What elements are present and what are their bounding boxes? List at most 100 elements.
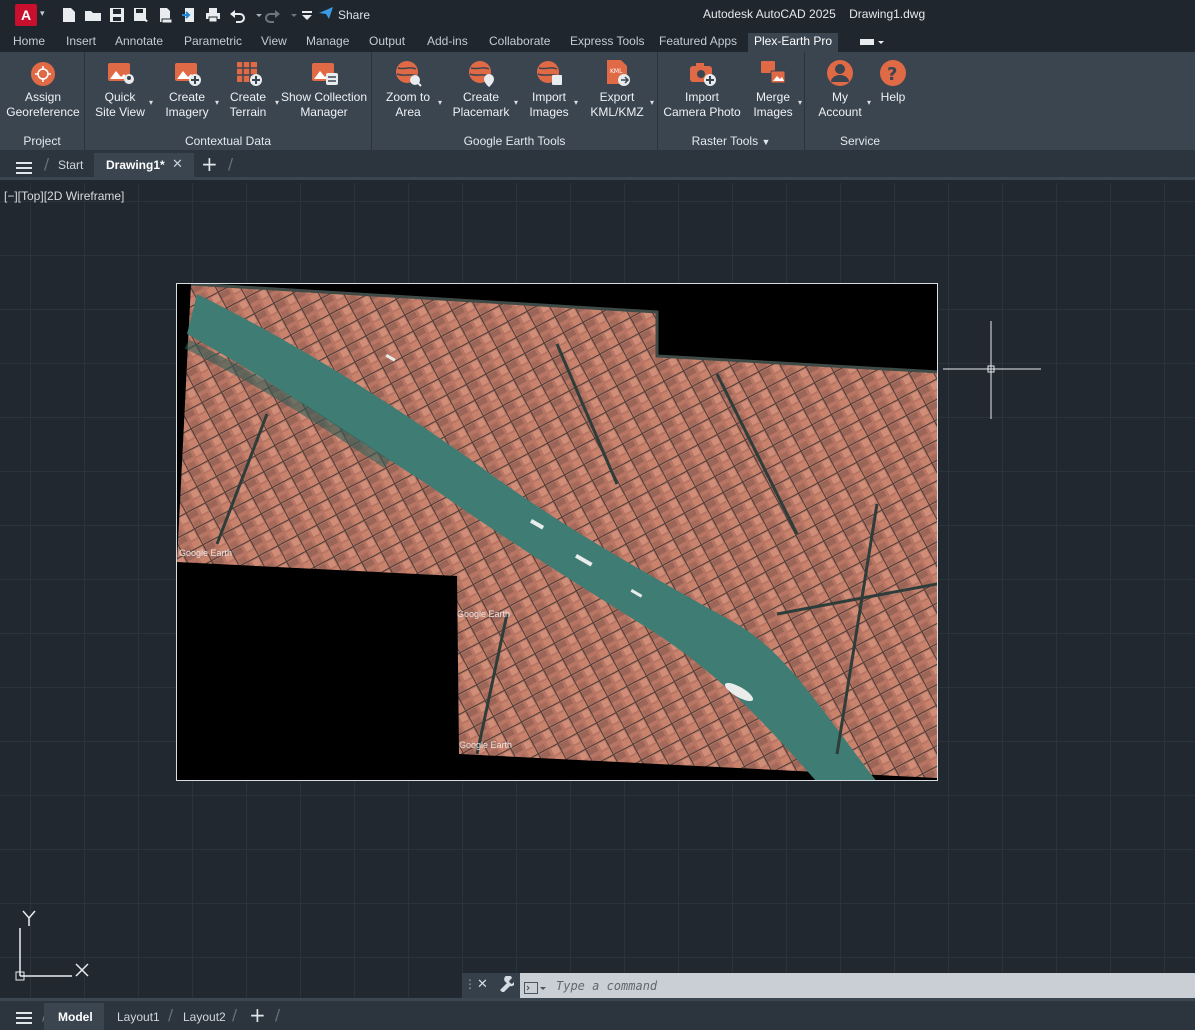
tab-model-label: Model <box>58 1010 93 1024</box>
command-input[interactable] <box>520 973 1195 998</box>
create-placemark-label: Create Placemark <box>452 90 510 119</box>
panel-project: Assign Georeference Project <box>0 52 85 150</box>
merge-images-icon <box>758 58 788 88</box>
create-imagery-icon <box>172 58 202 88</box>
drawing-canvas[interactable]: [−][Top][2D Wireframe] Google Earth Goog… <box>0 183 1195 998</box>
dropdown-caret-icon[interactable]: ▾ <box>514 95 518 110</box>
tab-home[interactable]: Home <box>7 33 51 52</box>
dropdown-caret-icon[interactable]: ▾ <box>574 95 578 110</box>
tab-express-tools[interactable]: Express Tools <box>564 33 650 52</box>
undo-icon[interactable] <box>228 6 246 24</box>
ucs-icon <box>12 908 92 988</box>
share-button[interactable]: Share <box>318 6 370 23</box>
tab-layout1[interactable]: Layout1 <box>117 1010 160 1024</box>
save-as-icon[interactable] <box>132 6 150 24</box>
dropdown-caret-icon[interactable]: ▾ <box>867 95 871 110</box>
document-name: Drawing1.dwg <box>849 7 926 21</box>
tab-insert[interactable]: Insert <box>60 33 102 52</box>
quick-site-view-button[interactable]: Quick Site View ▾ <box>95 58 153 120</box>
my-account-label: My Account <box>818 90 862 119</box>
create-placemark-button[interactable]: Create Placemark ▾ <box>452 58 518 120</box>
tab-plex-earth-pro[interactable]: Plex-Earth Pro <box>748 33 839 52</box>
quick-site-view-label: Quick Site View <box>95 90 145 119</box>
customize-icon[interactable] <box>298 6 312 24</box>
export-icon[interactable] <box>156 6 174 24</box>
earth-zoom-icon <box>393 58 423 88</box>
dropdown-caret-icon[interactable]: ▾ <box>798 95 802 110</box>
export-kml-kmz-button[interactable]: KML Export KML/KMZ ▾ <box>588 58 654 120</box>
aerial-imagery: Google Earth Google Earth Google Earth <box>177 284 937 780</box>
export-kml-kmz-label: Export KML/KMZ <box>590 90 644 119</box>
open-folder-icon[interactable] <box>84 6 102 24</box>
publish-icon[interactable] <box>180 6 198 24</box>
hamburger-menu-icon[interactable] <box>16 1009 32 1028</box>
redo-dropdown-icon[interactable] <box>285 6 297 24</box>
dropdown-caret-icon[interactable]: ▾ <box>215 95 219 110</box>
tab-drawing1-label: Drawing1* <box>106 158 165 172</box>
new-file-icon[interactable] <box>60 6 78 24</box>
tab-add-ins[interactable]: Add-ins <box>421 33 474 52</box>
show-collection-manager-button[interactable]: Show Collection Manager <box>280 58 368 120</box>
panel-service: My Account ▾ ? Help Service <box>805 52 915 150</box>
tab-divider: / <box>44 155 50 173</box>
georeference-icon <box>28 58 58 88</box>
document-tab-bar: / Start Drawing1* ✕ + / <box>0 150 1195 180</box>
assign-georeference-button[interactable]: Assign Georeference <box>6 58 80 120</box>
tab-featured-apps[interactable]: Featured Apps <box>653 33 743 52</box>
new-layout-plus-icon[interactable]: + <box>249 1003 266 1027</box>
redo-icon[interactable] <box>264 6 282 24</box>
dropdown-caret-icon[interactable]: ▾ <box>275 95 279 110</box>
satellite-image[interactable]: Google Earth Google Earth Google Earth <box>176 283 938 781</box>
viewport-controls[interactable]: [−][Top][2D Wireframe] <box>4 189 124 203</box>
create-terrain-label: Create Terrain <box>229 90 267 119</box>
camera-add-icon <box>687 58 717 88</box>
app-name: Autodesk AutoCAD 2025 <box>703 7 836 21</box>
tab-layout2[interactable]: Layout2 <box>183 1010 226 1024</box>
chevron-down-icon[interactable]: ▾ <box>40 9 45 19</box>
tab-output[interactable]: Output <box>363 33 411 52</box>
dropdown-caret-icon[interactable]: ▾ <box>149 95 153 110</box>
tab-collaborate[interactable]: Collaborate <box>483 33 556 52</box>
close-icon[interactable]: ✕ <box>477 977 488 992</box>
ribbon-display-toggle[interactable] <box>852 34 888 50</box>
hamburger-menu-icon[interactable] <box>16 159 32 174</box>
dropdown-caret-icon[interactable]: ▾ <box>438 95 442 110</box>
autocad-logo-button[interactable]: A <box>15 4 37 26</box>
ribbon-tab-bar: Home Insert Annotate Parametric View Man… <box>0 30 1195 52</box>
import-camera-photo-button[interactable]: Import Camera Photo <box>662 58 742 120</box>
command-line: ⋮ ✕ <box>462 973 1195 998</box>
dropdown-caret-icon[interactable]: ▾ <box>650 95 654 110</box>
print-icon[interactable] <box>204 6 222 24</box>
tab-annotate[interactable]: Annotate <box>109 33 169 52</box>
panel-raster-tools: Import Camera Photo Merge Images ▾ Raste… <box>658 52 805 150</box>
save-icon[interactable] <box>108 6 126 24</box>
tab-parametric[interactable]: Parametric <box>178 33 248 52</box>
zoom-to-area-button[interactable]: Zoom to Area ▾ <box>382 58 442 120</box>
title-bar: A ▾ Share Autodesk AutoCAD 2025 Drawing1… <box>0 0 1195 30</box>
collection-manager-icon <box>309 58 339 88</box>
tab-start[interactable]: Start <box>58 158 83 172</box>
panel-raster-tools-title[interactable]: Raster Tools ▼ <box>658 134 804 148</box>
help-button[interactable]: ? Help <box>875 58 911 105</box>
undo-dropdown-icon[interactable] <box>250 6 262 24</box>
show-collection-manager-label: Show Collection Manager <box>280 90 368 119</box>
panel-google-earth-tools: Zoom to Area ▾ Create Placemark ▾ Import… <box>372 52 658 150</box>
new-tab-plus-icon[interactable]: + <box>201 152 218 176</box>
import-images-label: Import Images <box>529 90 569 119</box>
close-icon[interactable]: ✕ <box>172 157 183 172</box>
drag-handle-icon[interactable]: ⋮ <box>464 977 476 991</box>
command-prompt-icon[interactable] <box>524 979 546 998</box>
crosshair-cursor <box>943 321 1041 419</box>
merge-images-button[interactable]: Merge Images ▾ <box>752 58 802 120</box>
kml-file-icon: KML <box>602 58 632 88</box>
my-account-button[interactable]: My Account ▾ <box>817 58 871 120</box>
tab-drawing1[interactable]: Drawing1* ✕ <box>94 153 194 180</box>
import-images-button[interactable]: Import Images ▾ <box>528 58 578 120</box>
tab-view[interactable]: View <box>255 33 293 52</box>
wrench-icon[interactable] <box>498 975 516 996</box>
tab-model[interactable]: Model <box>44 1003 104 1030</box>
svg-text:KML: KML <box>610 68 623 75</box>
create-terrain-button[interactable]: Create Terrain ▾ <box>225 58 279 120</box>
create-imagery-button[interactable]: Create Imagery ▾ <box>163 58 219 120</box>
tab-manage[interactable]: Manage <box>300 33 355 52</box>
